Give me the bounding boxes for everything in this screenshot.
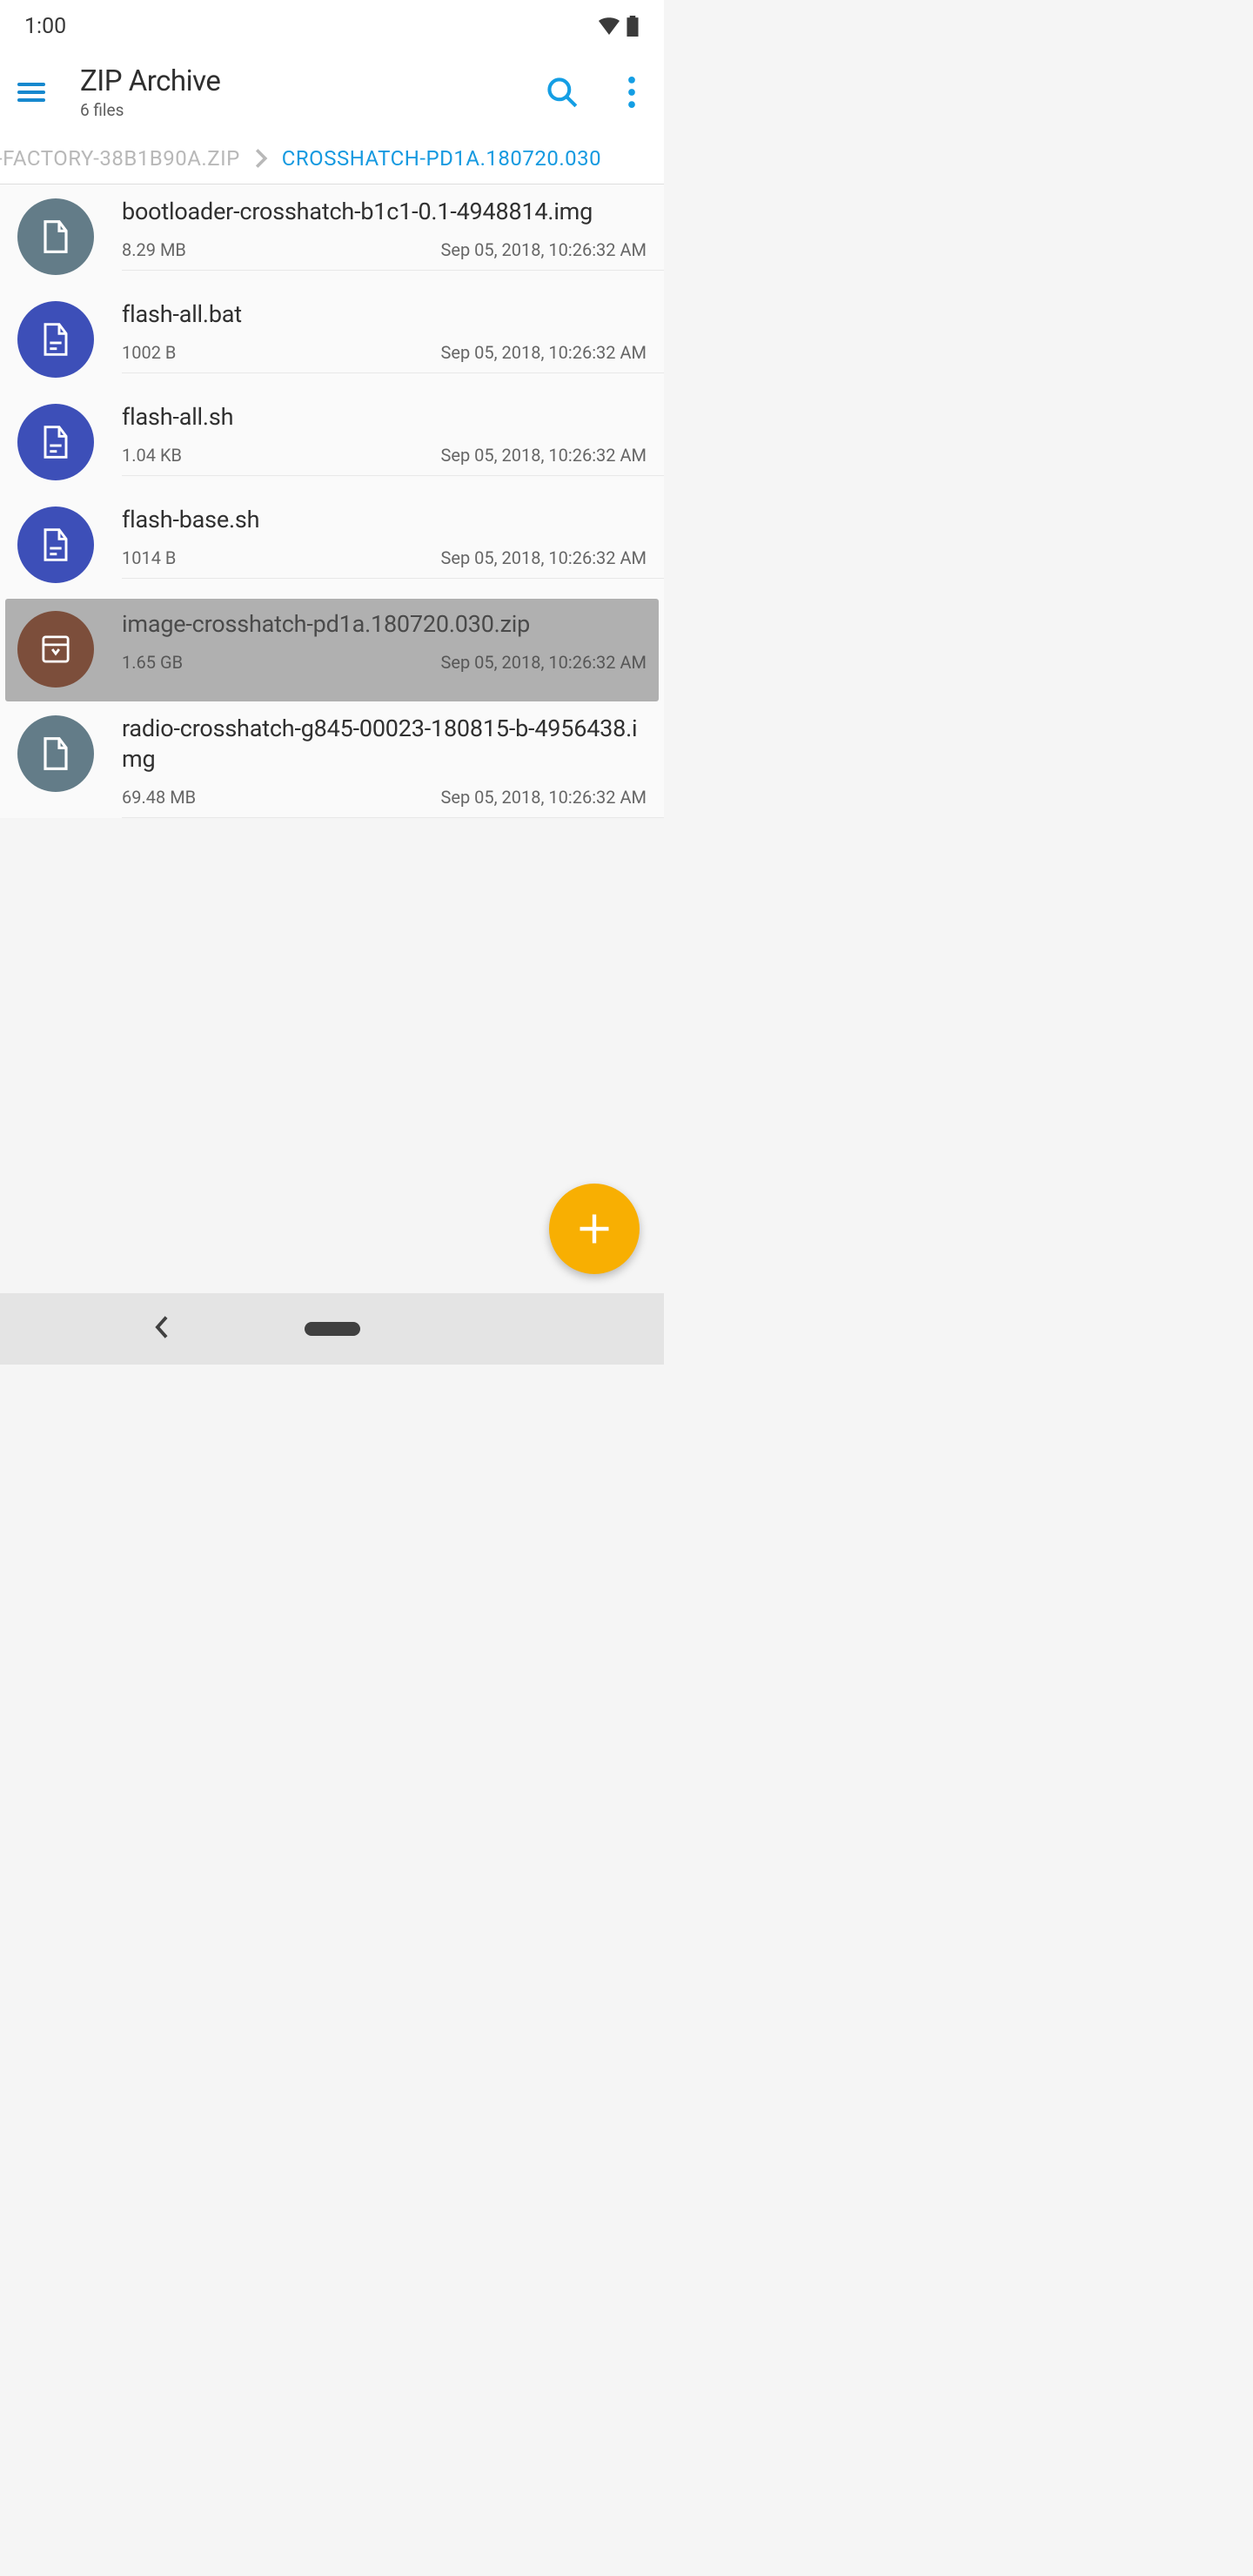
list-item[interactable]: image-crosshatch-pd1a.180720.030.zip 1.6…	[5, 599, 659, 701]
menu-button[interactable]	[10, 71, 52, 113]
file-date: Sep 05, 2018, 10:26:32 AM	[440, 547, 647, 568]
file-type-icon	[17, 715, 94, 792]
search-icon	[546, 76, 579, 109]
archive-icon	[40, 634, 71, 665]
status-icons	[598, 16, 640, 37]
overflow-menu-button[interactable]	[610, 70, 653, 114]
breadcrumb-current[interactable]: CROSSHATCH-PD1A.180720.030	[282, 146, 601, 171]
file-date: Sep 05, 2018, 10:26:32 AM	[440, 239, 647, 260]
list-item[interactable]: flash-all.bat 1002 B Sep 05, 2018, 10:26…	[0, 287, 664, 390]
breadcrumb: -FACTORY-38B1B90A.ZIP CROSSHATCH-PD1A.18…	[0, 132, 664, 184]
status-bar: 1:00	[0, 0, 664, 52]
add-button[interactable]	[549, 1184, 640, 1274]
search-button[interactable]	[540, 70, 584, 114]
file-type-icon	[17, 611, 94, 688]
file-name: bootloader-crosshatch-b1c1-0.1-4948814.i…	[122, 197, 647, 227]
document-icon	[41, 736, 70, 771]
file-name: radio-crosshatch-g845-00023-180815-b-495…	[122, 714, 647, 775]
chevron-left-icon	[153, 1315, 171, 1339]
file-name: flash-all.sh	[122, 402, 647, 433]
list-item[interactable]: flash-base.sh 1014 B Sep 05, 2018, 10:26…	[0, 493, 664, 595]
status-time: 1:00	[24, 14, 66, 39]
file-type-icon	[17, 301, 94, 378]
file-name: flash-all.bat	[122, 299, 647, 330]
list-item[interactable]: bootloader-crosshatch-b1c1-0.1-4948814.i…	[0, 184, 664, 287]
breadcrumb-prev[interactable]: -FACTORY-38B1B90A.ZIP	[0, 146, 240, 171]
file-date: Sep 05, 2018, 10:26:32 AM	[440, 652, 647, 673]
file-list: bootloader-crosshatch-b1c1-0.1-4948814.i…	[0, 184, 664, 818]
app-title: ZIP Archive	[80, 64, 540, 98]
file-date: Sep 05, 2018, 10:26:32 AM	[440, 342, 647, 363]
file-type-icon	[17, 506, 94, 583]
app-bar: ZIP Archive 6 files	[0, 52, 664, 132]
file-size: 1.04 KB	[122, 445, 182, 466]
battery-icon	[626, 16, 640, 37]
file-name: image-crosshatch-pd1a.180720.030.zip	[122, 609, 647, 640]
list-item[interactable]: radio-crosshatch-g845-00023-180815-b-495…	[0, 701, 664, 818]
file-size: 69.48 MB	[122, 787, 196, 808]
system-nav-bar	[0, 1293, 664, 1365]
file-size: 8.29 MB	[122, 239, 186, 260]
document-lines-icon	[41, 322, 70, 357]
file-size: 1002 B	[122, 342, 176, 363]
file-type-icon	[17, 198, 94, 275]
plus-icon	[575, 1210, 613, 1248]
document-lines-icon	[41, 527, 70, 562]
list-item[interactable]: flash-all.sh 1.04 KB Sep 05, 2018, 10:26…	[0, 390, 664, 493]
file-size: 1014 B	[122, 547, 176, 568]
nav-home-pill[interactable]	[305, 1322, 360, 1336]
file-date: Sep 05, 2018, 10:26:32 AM	[440, 787, 647, 808]
app-title-block: ZIP Archive 6 files	[80, 64, 540, 120]
file-date: Sep 05, 2018, 10:26:32 AM	[440, 445, 647, 466]
more-vert-icon	[619, 77, 645, 108]
chevron-right-icon	[254, 148, 268, 169]
file-size: 1.65 GB	[122, 652, 183, 673]
hamburger-icon	[17, 83, 45, 102]
file-name: flash-base.sh	[122, 505, 647, 535]
nav-back-button[interactable]	[153, 1315, 171, 1343]
document-icon	[41, 219, 70, 254]
app-subtitle: 6 files	[80, 100, 540, 120]
wifi-icon	[598, 17, 620, 35]
document-lines-icon	[41, 425, 70, 460]
file-type-icon	[17, 404, 94, 480]
